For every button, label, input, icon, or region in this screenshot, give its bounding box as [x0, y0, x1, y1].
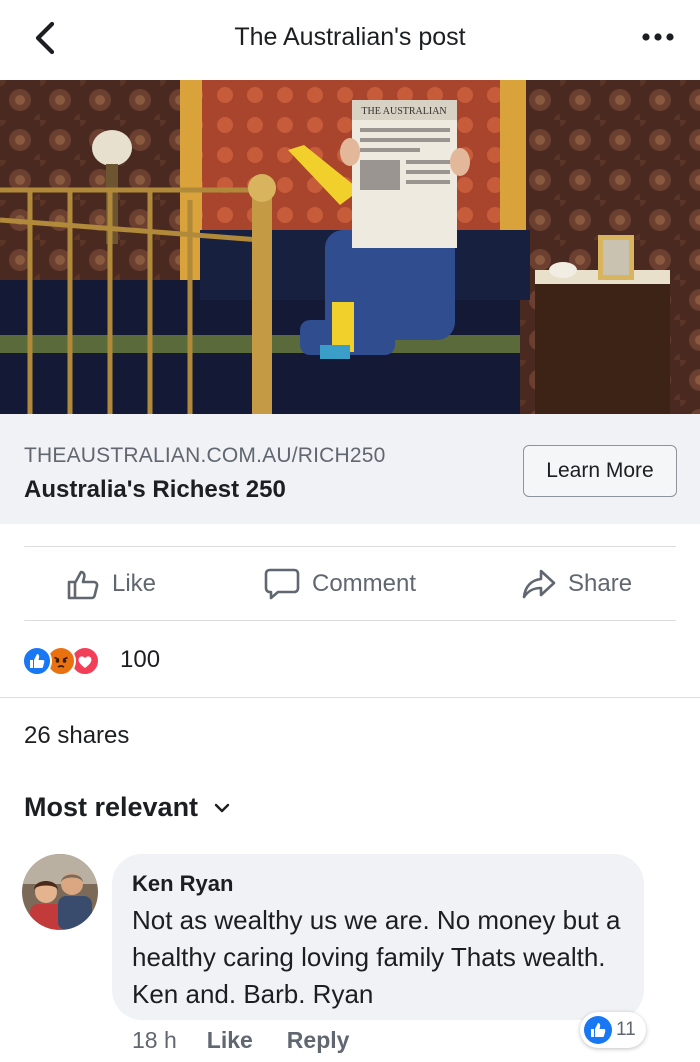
reactions-summary[interactable]: 100 — [22, 643, 160, 677]
chevron-down-icon — [214, 803, 230, 812]
bedroom-photo: THE AUSTRALIAN — [0, 80, 700, 414]
share-label: Share — [568, 570, 633, 597]
comment-reaction-badge[interactable]: 11 — [580, 1012, 646, 1048]
more-dots-icon — [642, 33, 674, 41]
commenter-photo — [22, 854, 98, 930]
learn-more-button[interactable]: Learn More — [523, 445, 677, 497]
like-reaction-icon — [22, 646, 52, 676]
comment-like-count: 11 — [616, 1019, 636, 1040]
newspaper-masthead: THE AUSTRALIAN — [361, 106, 446, 117]
post-actions: Like Comment Share — [0, 548, 700, 620]
reaction-count: 100 — [120, 646, 161, 673]
reaction-icons — [22, 644, 114, 676]
sort-label: Most relevant — [24, 792, 199, 822]
divider — [0, 697, 700, 698]
thumbs-up-icon — [67, 570, 99, 600]
comment-meta: 18 h Like Reply — [132, 1027, 349, 1054]
comment-sort-dropdown[interactable]: Most relevant — [24, 792, 230, 823]
like-button[interactable]: Like — [66, 548, 156, 620]
share-arrow-icon — [522, 569, 556, 599]
speech-bubble-icon — [264, 568, 300, 600]
comment-time[interactable]: 18 h — [132, 1027, 177, 1054]
link-preview[interactable]: THEAUSTRALIAN.COM.AU/RICH250 Australia's… — [0, 414, 700, 524]
share-button[interactable]: Share — [522, 548, 632, 620]
top-bar: The Australian's post — [0, 0, 700, 80]
comment-text: Not as wealthy us we are. No money but a… — [132, 905, 621, 1009]
like-label: Like — [112, 570, 157, 597]
link-domain: THEAUSTRALIAN.COM.AU/RICH250 — [24, 444, 386, 467]
divider — [24, 620, 676, 621]
comment-button[interactable]: Comment — [264, 548, 416, 620]
comment-bubble: Ken Ryan Not as wealthy us we are. No mo… — [112, 854, 644, 1020]
comment-author[interactable]: Ken Ryan — [132, 871, 233, 897]
link-title: Australia's Richest 250 — [24, 476, 286, 503]
more-options-button[interactable] — [640, 22, 676, 52]
divider — [24, 546, 676, 547]
comment-reply-button[interactable]: Reply — [287, 1027, 350, 1054]
comment-like-button[interactable]: Like — [207, 1027, 253, 1054]
shares-count[interactable]: 26 shares — [24, 722, 129, 750]
page-title: The Australian's post — [234, 23, 466, 51]
avatar[interactable] — [22, 854, 98, 930]
post-image[interactable]: THE AUSTRALIAN — [0, 80, 700, 414]
comment-label: Comment — [312, 570, 417, 597]
thumbs-up-icon — [584, 1016, 612, 1044]
